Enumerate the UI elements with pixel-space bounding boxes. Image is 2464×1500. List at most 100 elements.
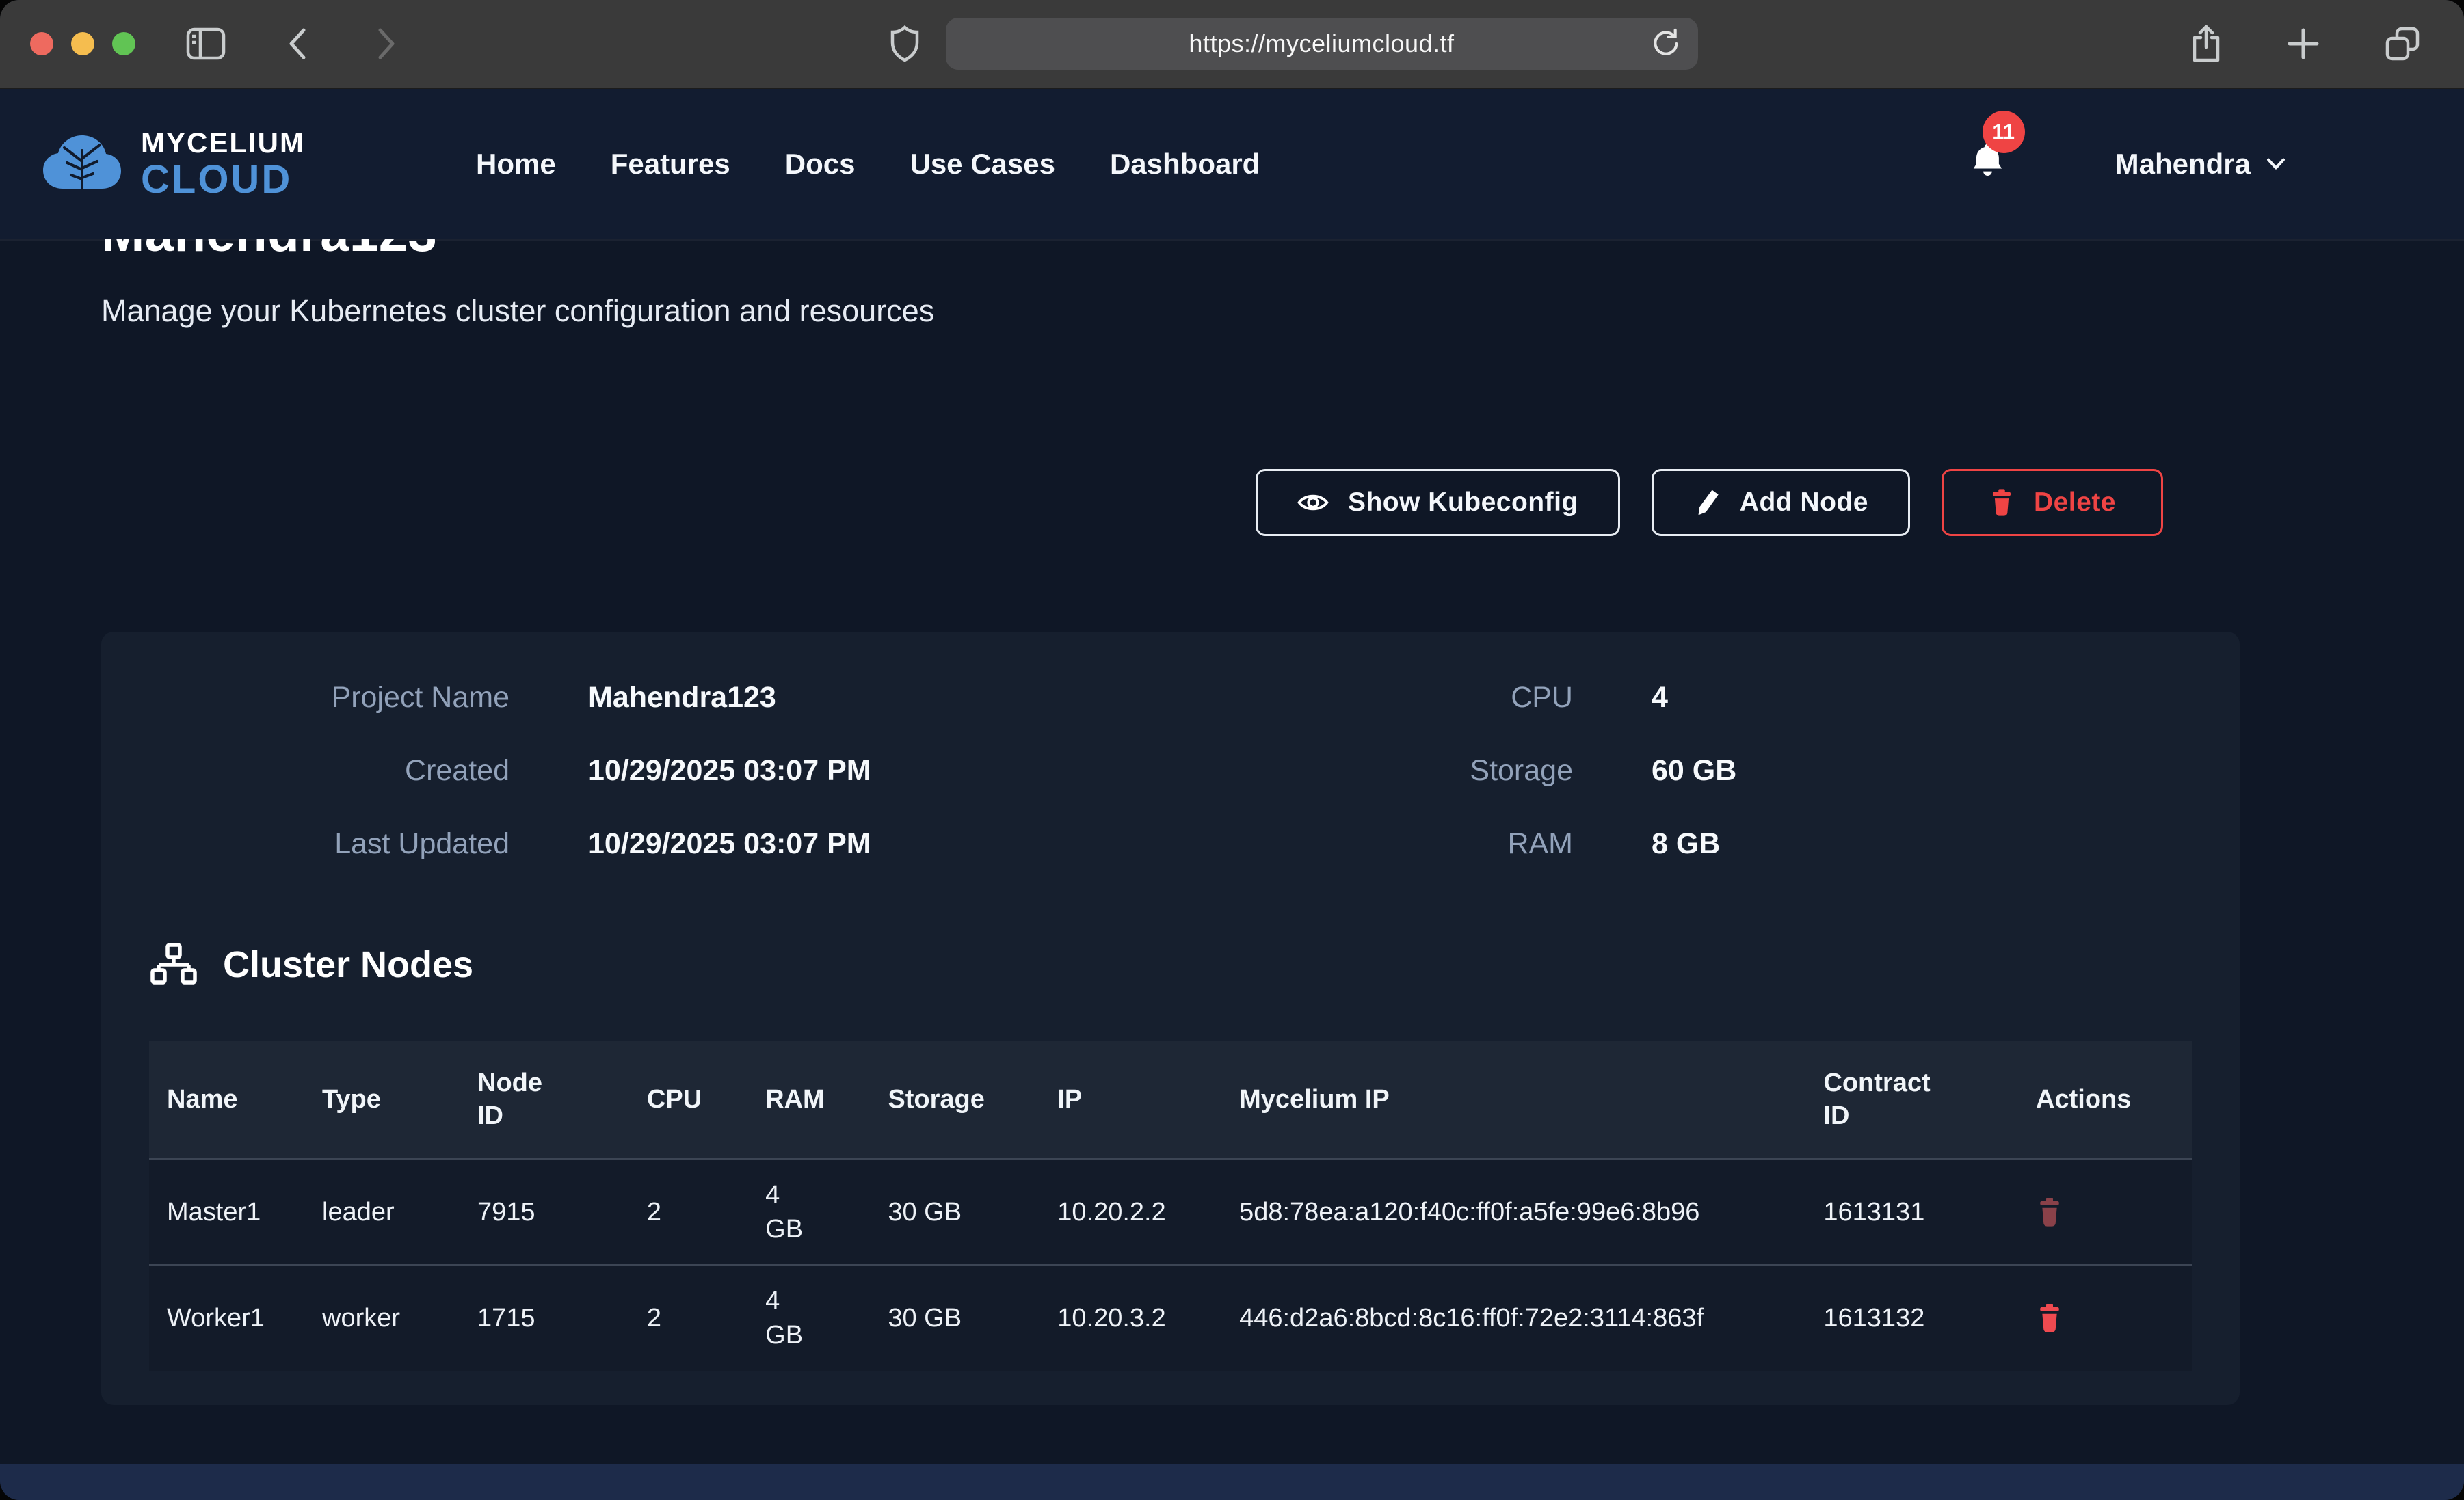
cluster-actions: Show Kubeconfig Add Node: [101, 469, 2240, 536]
column-header-type: Type: [304, 1041, 460, 1160]
notification-badge: 11: [1983, 111, 2025, 153]
cluster-nodes-header: Cluster Nodes: [149, 943, 2192, 987]
column-header-node-id: Node ID: [460, 1041, 629, 1160]
nodes-table-body: Master1leader791524 GB30 GB10.20.2.25d8:…: [149, 1160, 2192, 1371]
table-row-worker1: Worker1worker171524 GB30 GB10.20.3.2446:…: [149, 1265, 2192, 1371]
footer-band: [0, 1464, 2464, 1500]
cell-contract-id: 1613132: [1805, 1265, 2018, 1371]
cell-storage: 30 GB: [870, 1265, 1039, 1371]
logo-line1: MYCELIUM: [141, 129, 305, 157]
trash-icon: [1989, 488, 2015, 517]
cell-contract-id: 1613131: [1805, 1160, 2018, 1265]
detail-value: 8 GB: [1652, 827, 2192, 861]
details-grid: Project Name Mahendra123 CPU 4 Created 1…: [149, 681, 2192, 861]
cell-storage: 30 GB: [870, 1160, 1039, 1265]
cell-node-id: 7915: [460, 1160, 629, 1265]
detail-label: Storage: [1282, 754, 1573, 788]
detail-label: Created: [149, 754, 509, 788]
cell-name: Worker1: [149, 1265, 304, 1371]
chevron-down-icon: [2266, 157, 2286, 171]
delete-node-button[interactable]: [2036, 1197, 2063, 1227]
browser-chrome: https://myceliumcloud.tf: [0, 0, 2464, 89]
detail-value: 10/29/2025 03:07 PM: [588, 827, 1204, 861]
detail-label: RAM: [1282, 827, 1573, 861]
forward-button-icon[interactable]: [375, 26, 398, 62]
mycelium-cloud-logo-icon: [41, 131, 123, 197]
detail-value: 10/29/2025 03:07 PM: [588, 754, 1204, 788]
nav-link-use-cases[interactable]: Use Cases: [910, 148, 1055, 180]
nodes-table-header-row: NameTypeNode IDCPURAMStorageIPMycelium I…: [149, 1041, 2192, 1160]
detail-label: CPU: [1282, 681, 1573, 714]
cell-name: Master1: [149, 1160, 304, 1265]
column-header-ram: RAM: [747, 1041, 870, 1160]
cell-type: worker: [304, 1265, 460, 1371]
column-header-mycelium-ip: Mycelium IP: [1221, 1041, 1805, 1160]
cell-mycelium-ip: 446:d2a6:8bcd:8c16:ff0f:72e2:3114:863f: [1221, 1265, 1805, 1371]
nav-links: Home Features Docs Use Cases Dashboard: [476, 148, 1260, 180]
detail-value: 60 GB: [1652, 754, 2192, 788]
user-name: Mahendra: [2115, 148, 2251, 180]
column-header-contract-id: Contract ID: [1805, 1041, 2018, 1160]
delete-label: Delete: [2034, 487, 2116, 518]
chrome-right-icons: [2189, 24, 2422, 64]
new-tab-icon[interactable]: [2286, 27, 2320, 61]
pencil-icon: [1693, 487, 1721, 518]
column-header-storage: Storage: [870, 1041, 1039, 1160]
url-zone: https://myceliumcloud.tf: [398, 18, 2189, 70]
detail-label: Last Updated: [149, 827, 509, 861]
column-header-cpu: CPU: [629, 1041, 747, 1160]
back-button-icon[interactable]: [286, 26, 309, 62]
cell-type: leader: [304, 1160, 460, 1265]
cell-ip: 10.20.3.2: [1039, 1265, 1221, 1371]
delete-node-button[interactable]: [2036, 1303, 2063, 1333]
column-header-ip: IP: [1039, 1041, 1221, 1160]
main-content: Mahendra123 Manage your Kubernetes clust…: [0, 204, 2464, 1405]
logo[interactable]: MYCELIUM CLOUD: [41, 129, 305, 200]
detail-value: Mahendra123: [588, 681, 1204, 714]
address-bar[interactable]: https://myceliumcloud.tf: [946, 18, 1698, 70]
eye-icon: [1297, 491, 1329, 514]
sidebar-toggle-icon[interactable]: [186, 27, 226, 61]
cell-cpu: 2: [629, 1265, 747, 1371]
column-header-name: Name: [149, 1041, 304, 1160]
column-header-actions: Actions: [2018, 1041, 2192, 1160]
cluster-nodes-table: NameTypeNode IDCPURAMStorageIPMycelium I…: [149, 1041, 2192, 1371]
minimize-window-button[interactable]: [71, 32, 94, 55]
cluster-details-panel: Project Name Mahendra123 CPU 4 Created 1…: [101, 632, 2240, 1405]
cell-actions: [2018, 1265, 2192, 1371]
page-subtitle: Manage your Kubernetes cluster configura…: [101, 293, 2240, 329]
cell-ram: 4 GB: [747, 1265, 870, 1371]
detail-label: Project Name: [149, 681, 509, 714]
nav-link-docs[interactable]: Docs: [785, 148, 856, 180]
tab-overview-icon[interactable]: [2383, 25, 2422, 63]
notifications-button[interactable]: 11: [1969, 142, 2006, 187]
browser-window: https://myceliumcloud.tf: [0, 0, 2464, 1500]
delete-cluster-button[interactable]: Delete: [1942, 469, 2163, 536]
nav-right: 11 Mahendra: [1969, 142, 2286, 187]
trash-icon: [2036, 1303, 2063, 1333]
desktop-background: https://myceliumcloud.tf: [0, 0, 2464, 1500]
site-navbar: MYCELIUM CLOUD Home Features Docs Use Ca…: [0, 89, 2464, 239]
nav-link-features[interactable]: Features: [611, 148, 730, 180]
add-node-button[interactable]: Add Node: [1652, 469, 1910, 536]
cell-ip: 10.20.2.2: [1039, 1160, 1221, 1265]
logo-text: MYCELIUM CLOUD: [141, 129, 305, 200]
show-kubeconfig-button[interactable]: Show Kubeconfig: [1256, 469, 1620, 536]
section-title: Cluster Nodes: [223, 943, 473, 986]
reload-icon[interactable]: [1650, 27, 1680, 64]
detail-value: 4: [1652, 681, 2192, 714]
cell-cpu: 2: [629, 1160, 747, 1265]
nav-link-dashboard[interactable]: Dashboard: [1110, 148, 1260, 180]
network-icon: [149, 943, 198, 987]
url-text: https://myceliumcloud.tf: [1189, 29, 1454, 58]
nav-link-home[interactable]: Home: [476, 148, 556, 180]
logo-line2: CLOUD: [141, 160, 305, 200]
shield-icon[interactable]: [890, 25, 920, 62]
maximize-window-button[interactable]: [112, 32, 135, 55]
cell-node-id: 1715: [460, 1265, 629, 1371]
show-kubeconfig-label: Show Kubeconfig: [1348, 487, 1578, 518]
share-icon[interactable]: [2189, 24, 2223, 64]
cell-ram: 4 GB: [747, 1160, 870, 1265]
close-window-button[interactable]: [30, 32, 53, 55]
user-menu[interactable]: Mahendra: [2115, 148, 2286, 180]
